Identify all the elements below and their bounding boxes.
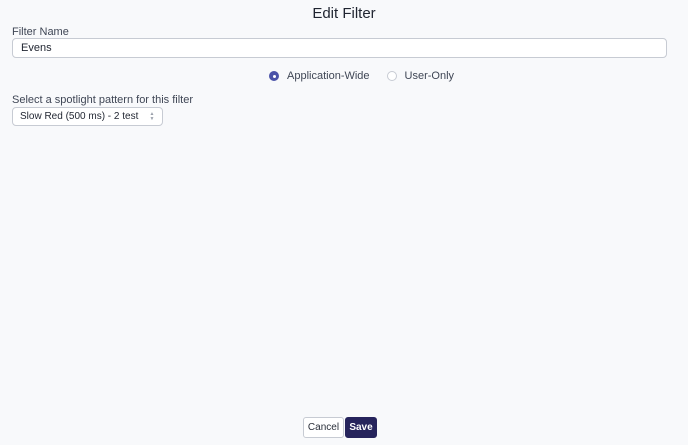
spotlight-pattern-value: Slow Red (500 ms) - 2 test: [20, 111, 139, 122]
spotlight-pattern-select[interactable]: Slow Red (500 ms) - 2 test ▲ ▼: [12, 107, 163, 126]
save-button[interactable]: Save: [345, 417, 377, 438]
radio-unchecked-icon[interactable]: [386, 71, 397, 81]
scope-radio-group: Application-Wide User-Only: [269, 70, 454, 82]
scope-option-user-only[interactable]: User-Only: [386, 70, 455, 82]
spotlight-pattern-label: Select a spotlight pattern for this filt…: [12, 94, 193, 106]
radio-checked-icon[interactable]: [269, 71, 279, 81]
edit-filter-dialog: Edit Filter Filter Name Application-Wide…: [0, 0, 688, 445]
scope-option-application-wide[interactable]: Application-Wide: [269, 70, 370, 82]
radio-dot-icon: [272, 74, 276, 78]
dialog-title: Edit Filter: [312, 5, 376, 22]
filter-name-input[interactable]: [12, 38, 667, 58]
scope-option-label: Application-Wide: [287, 70, 370, 82]
scope-option-label: User-Only: [404, 70, 455, 82]
chevron-up-down-icon: ▲ ▼: [149, 110, 155, 122]
filter-name-label: Filter Name: [12, 26, 69, 38]
cancel-button[interactable]: Cancel: [303, 417, 344, 438]
